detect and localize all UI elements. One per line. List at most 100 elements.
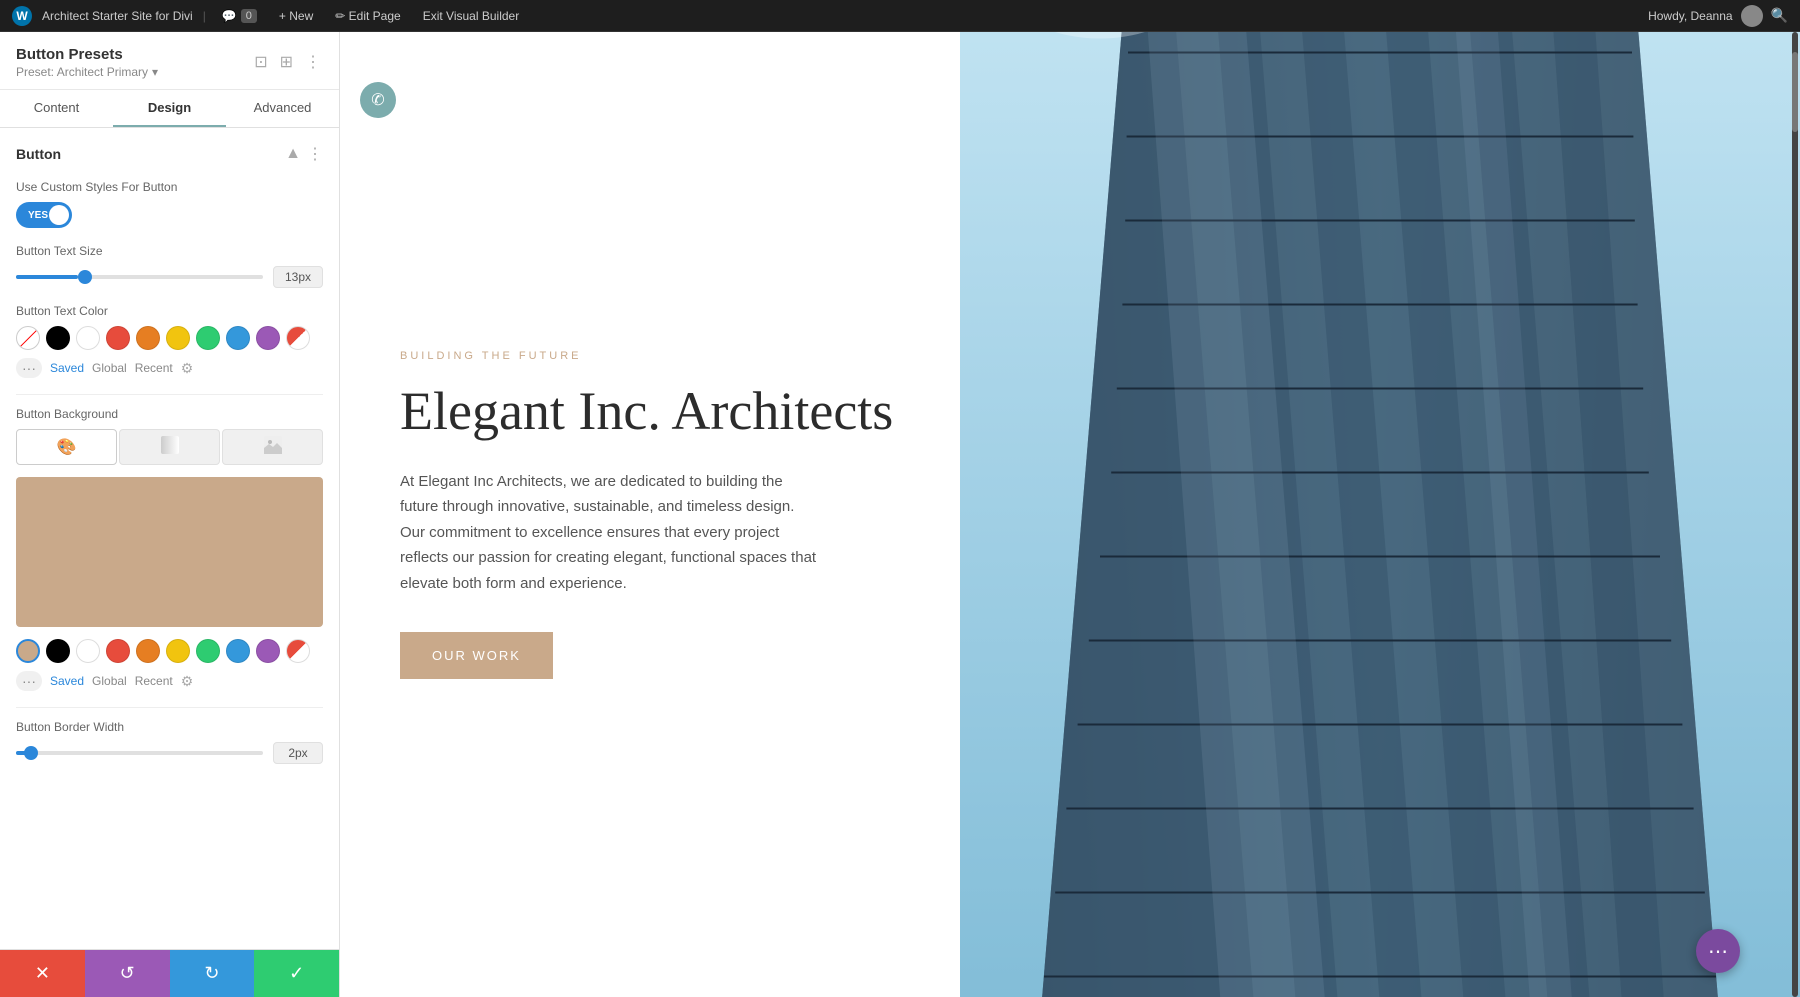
- user-avatar[interactable]: [1741, 5, 1763, 27]
- custom-styles-field: Use Custom Styles For Button YES: [16, 180, 323, 228]
- divider1: [16, 394, 323, 395]
- color-swatch-red[interactable]: [106, 326, 130, 350]
- site-name-link[interactable]: Architect Starter Site for Divi: [42, 9, 193, 23]
- background-color-swatches: [16, 639, 323, 663]
- border-slider-thumb[interactable]: [24, 746, 38, 760]
- new-btn[interactable]: + New: [273, 7, 319, 25]
- color-swatch-transparent[interactable]: [16, 326, 40, 350]
- admin-bar-left: W Architect Starter Site for Divi | 💬 0 …: [12, 6, 1636, 26]
- bg-swatch-red[interactable]: [106, 639, 130, 663]
- color-swatch-white[interactable]: [76, 326, 100, 350]
- cancel-icon: ✕: [35, 963, 50, 984]
- floating-phone-icon[interactable]: ✆: [360, 82, 396, 118]
- scrollbar-track[interactable]: [1792, 32, 1798, 997]
- panel-body: Button ▲ ⋮ Use Custom Styles For Button …: [0, 128, 339, 949]
- collapse-icon[interactable]: ▲: [285, 145, 301, 163]
- custom-styles-label: Use Custom Styles For Button: [16, 180, 323, 194]
- site-name-text: Architect Starter Site for Divi: [42, 9, 193, 23]
- image-icon: [264, 436, 282, 459]
- save-button[interactable]: ✓: [254, 950, 339, 997]
- search-icon[interactable]: 🔍: [1771, 7, 1788, 24]
- paint-icon: 🎨: [57, 437, 77, 457]
- fab-button[interactable]: ⋯: [1696, 929, 1740, 973]
- bg-swatch-orange[interactable]: [136, 639, 160, 663]
- tab-design[interactable]: Design: [113, 90, 226, 127]
- recent-label[interactable]: Recent: [135, 361, 173, 375]
- cancel-button[interactable]: ✕: [0, 950, 85, 997]
- expand-icon[interactable]: ⊞: [278, 50, 295, 74]
- border-width-slider-track[interactable]: [16, 751, 263, 755]
- color-gear-icon[interactable]: ⚙: [181, 360, 194, 377]
- our-work-button[interactable]: OUR WORK: [400, 632, 553, 679]
- phone-symbol: ✆: [371, 90, 384, 110]
- redo-button[interactable]: ↻: [170, 950, 255, 997]
- bg-swatch-black[interactable]: [46, 639, 70, 663]
- exit-builder-btn[interactable]: Exit Visual Builder: [417, 7, 526, 25]
- text-size-slider-thumb[interactable]: [78, 270, 92, 284]
- color-dots-btn[interactable]: ···: [16, 358, 42, 378]
- section-header: Button ▲ ⋮: [16, 144, 323, 164]
- text-size-slider-track[interactable]: [16, 275, 263, 279]
- content-area: ✆ BUILDING THE FUTURE Elegant Inc. Archi…: [340, 32, 1800, 997]
- text-size-slider-row: 13px: [16, 266, 323, 288]
- color-swatch-blue[interactable]: [226, 326, 250, 350]
- bg-tab-solid[interactable]: 🎨: [16, 429, 117, 465]
- tab-advanced[interactable]: Advanced: [226, 90, 339, 127]
- border-width-value[interactable]: 2px: [273, 742, 323, 764]
- border-width-slider-row: 2px: [16, 742, 323, 764]
- section-controls: ▲ ⋮: [285, 144, 323, 164]
- undo-icon: ↺: [120, 963, 135, 984]
- minimize-icon[interactable]: ⊡: [252, 50, 269, 74]
- text-size-value[interactable]: 13px: [273, 266, 323, 288]
- redo-icon: ↻: [204, 963, 219, 984]
- bg-recent-label[interactable]: Recent: [135, 674, 173, 688]
- text-color-actions: ··· Saved Global Recent ⚙: [16, 358, 323, 378]
- color-swatch-picker[interactable]: [286, 326, 310, 350]
- color-swatch-purple[interactable]: [256, 326, 280, 350]
- main-layout: Button Presets Preset: Architect Primary…: [0, 0, 1800, 997]
- background-label: Button Background: [16, 407, 323, 421]
- bg-swatch-white[interactable]: [76, 639, 100, 663]
- preset-text: Preset: Architect Primary: [16, 65, 148, 79]
- section-menu-icon[interactable]: ⋮: [307, 144, 323, 164]
- bg-tab-image[interactable]: [222, 429, 323, 465]
- background-color-actions: ··· Saved Global Recent ⚙: [16, 671, 323, 691]
- text-size-field: Button Text Size 13px: [16, 244, 323, 288]
- text-color-label: Button Text Color: [16, 304, 323, 318]
- saved-label[interactable]: Saved: [50, 361, 84, 375]
- panel-tabs: Content Design Advanced: [0, 90, 339, 128]
- divider2: [16, 707, 323, 708]
- bg-swatch-yellow[interactable]: [166, 639, 190, 663]
- bg-saved-label[interactable]: Saved: [50, 674, 84, 688]
- bg-global-label[interactable]: Global: [92, 674, 127, 688]
- custom-styles-toggle[interactable]: YES: [16, 202, 72, 228]
- bg-gear-icon[interactable]: ⚙: [181, 673, 194, 690]
- hero-title: Elegant Inc. Architects: [400, 382, 900, 441]
- tab-content[interactable]: Content: [0, 90, 113, 127]
- background-color-preview[interactable]: [16, 477, 323, 627]
- bg-swatch-purple[interactable]: [256, 639, 280, 663]
- more-options-icon[interactable]: ⋮: [303, 50, 323, 74]
- building-future-label: BUILDING THE FUTURE: [400, 350, 900, 362]
- bg-swatch-picker[interactable]: [286, 639, 310, 663]
- global-label[interactable]: Global: [92, 361, 127, 375]
- preview-white-section: BUILDING THE FUTURE Elegant Inc. Archite…: [340, 32, 960, 997]
- bg-swatch-green[interactable]: [196, 639, 220, 663]
- bg-swatch-blue[interactable]: [226, 639, 250, 663]
- hero-description: At Elegant Inc Architects, we are dedica…: [400, 469, 820, 597]
- background-type-tabs: 🎨: [16, 429, 323, 465]
- wp-logo[interactable]: W: [12, 6, 32, 26]
- color-swatch-black[interactable]: [46, 326, 70, 350]
- color-swatch-green[interactable]: [196, 326, 220, 350]
- text-color-field: Button Text Color ··· Saved Globa: [16, 304, 323, 378]
- color-swatch-orange[interactable]: [136, 326, 160, 350]
- scrollbar-thumb[interactable]: [1792, 52, 1798, 132]
- edit-page-btn[interactable]: ✏ Edit Page: [329, 7, 406, 25]
- comment-btn[interactable]: 💬 0: [216, 7, 263, 25]
- bg-swatch-tan[interactable]: [16, 639, 40, 663]
- color-swatch-yellow[interactable]: [166, 326, 190, 350]
- bg-color-dots-btn[interactable]: ···: [16, 671, 42, 691]
- bg-tab-gradient[interactable]: [119, 429, 220, 465]
- undo-button[interactable]: ↺: [85, 950, 170, 997]
- section-title: Button: [16, 146, 61, 162]
